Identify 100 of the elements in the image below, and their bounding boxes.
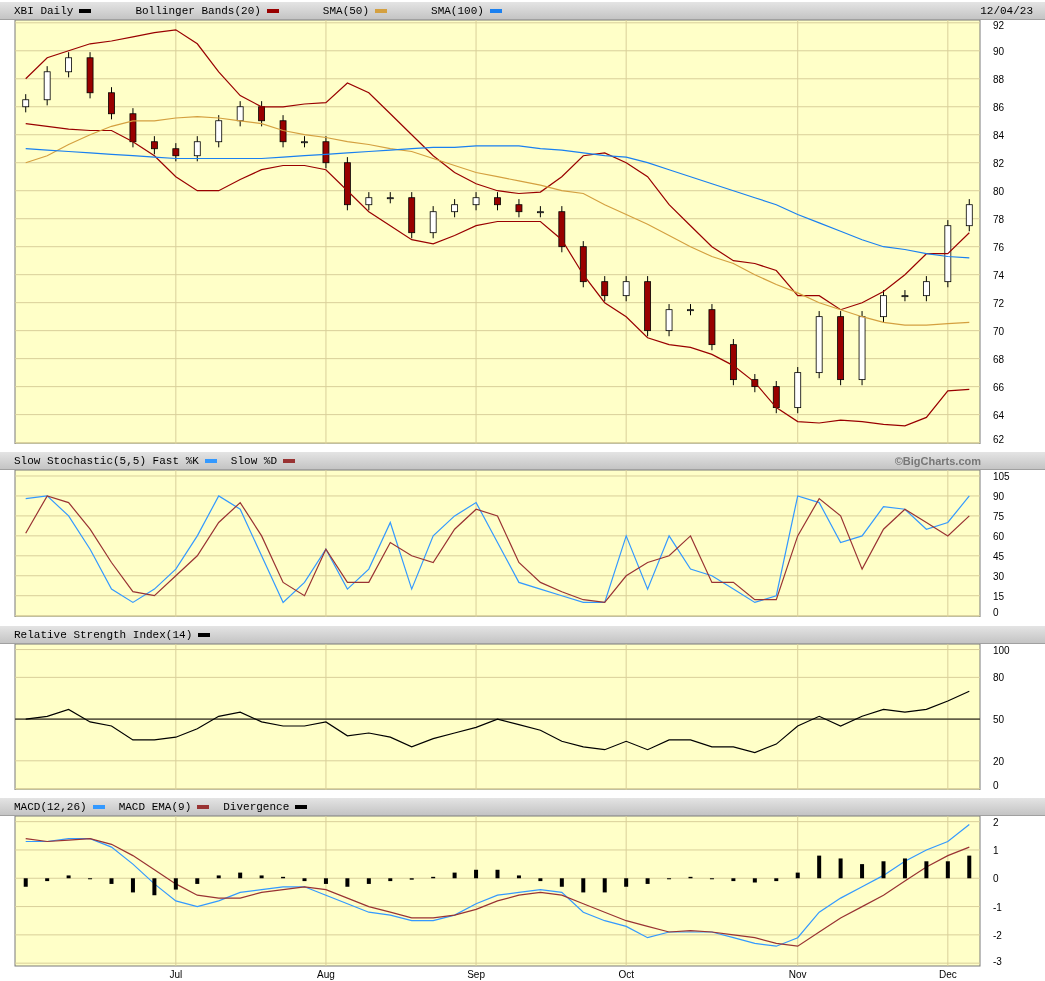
axis-label: 45 [993, 550, 1005, 562]
divergence-bar [881, 861, 886, 879]
divergence-bar [902, 858, 907, 879]
divergence-bar [323, 878, 328, 884]
divergence-bar [838, 858, 843, 879]
divergence-bar [238, 872, 243, 879]
axis-label: 15 [993, 590, 1005, 602]
axis-label: 0 [993, 873, 999, 885]
candlestick [494, 191, 501, 211]
axis-label: 72 [993, 297, 1005, 309]
axis-label: Aug [317, 969, 335, 980]
legend-label: Divergence [223, 800, 290, 813]
axis-label: 90 [993, 490, 1005, 502]
divergence-bar [538, 878, 543, 882]
axis-label: -1 [993, 901, 1002, 913]
candlestick [429, 205, 437, 239]
axis-label: 80 [993, 672, 1005, 684]
divergence-bar [967, 855, 972, 879]
candlestick [129, 107, 137, 148]
axis-label: 70 [993, 325, 1005, 337]
axis-label: 0 [993, 780, 999, 790]
candlestick [665, 303, 673, 337]
candlestick [215, 114, 223, 148]
axis-label: 78 [993, 213, 1005, 225]
axis-label: 62 [993, 434, 1005, 444]
divergence-bar [388, 878, 393, 882]
candlestick [880, 289, 887, 323]
candlestick [772, 380, 780, 414]
candlestick [601, 275, 609, 302]
axis-label: 84 [993, 129, 1005, 141]
candlestick [108, 86, 115, 120]
candlestick [515, 198, 523, 218]
candlestick [687, 303, 694, 316]
candlestick [944, 219, 952, 288]
axis-label: 60 [993, 530, 1005, 542]
candlestick [537, 205, 544, 218]
divergence-bar [731, 878, 736, 882]
legend-label: Slow %D [230, 454, 278, 467]
candlestick [365, 191, 373, 211]
legend-label: SMA(100) [431, 4, 484, 17]
divergence-bar [945, 861, 950, 879]
divergence-bar [752, 878, 757, 883]
axis-label: 92 [993, 20, 1005, 31]
divergence-bar [431, 876, 436, 879]
divergence-bar [795, 872, 800, 879]
candlestick [301, 135, 308, 148]
axis-label: 105 [993, 471, 1010, 482]
divergence-bar [624, 878, 629, 887]
candlestick [451, 198, 458, 218]
candlestick [172, 142, 180, 162]
legend-label: MACD(12,26) [14, 800, 87, 813]
axis-label: 88 [993, 73, 1005, 85]
divergence-bar [345, 878, 350, 887]
divergence-bar [173, 878, 178, 890]
candlestick [86, 51, 94, 99]
candlestick [965, 198, 973, 232]
credit-text: ©BigCharts.com [894, 454, 981, 467]
axis-label: 75 [993, 510, 1005, 522]
axis-label: 66 [993, 381, 1005, 393]
candlestick [923, 275, 930, 302]
candlestick [386, 191, 394, 204]
candlestick [558, 205, 566, 253]
axis-label: Sep [467, 969, 485, 980]
axis-label: Jul [169, 969, 183, 980]
divergence-bar [259, 875, 264, 879]
divergence-bar [924, 861, 929, 879]
divergence-bar [581, 878, 586, 893]
candlestick [472, 191, 480, 211]
divergence-bar [817, 855, 822, 879]
axis-label: Oct [618, 969, 634, 980]
divergence-bar [109, 878, 114, 884]
divergence-bar [645, 878, 650, 884]
divergence-bar [281, 876, 286, 879]
legend-label: Relative Strength Index(14) [14, 628, 193, 641]
candlestick [708, 303, 716, 351]
axis-label: Nov [788, 969, 807, 980]
axis-label: 2 [993, 816, 999, 828]
axis-label: Dec [938, 969, 957, 980]
divergence-bar [474, 869, 479, 879]
divergence-bar [860, 864, 865, 879]
divergence-bar [130, 878, 135, 893]
candlestick [901, 289, 909, 302]
candlestick [279, 114, 287, 148]
divergence-bar [216, 875, 221, 879]
candlestick [622, 275, 630, 302]
axis-label: 0 [993, 607, 999, 617]
divergence-bar [495, 869, 500, 879]
candlestick [43, 65, 51, 106]
axis-label: 90 [993, 45, 1005, 57]
candlestick [193, 135, 201, 162]
legend-label: Slow Stochastic(5,5) Fast %K [14, 454, 199, 467]
axis-label: -2 [993, 929, 1002, 941]
candlestick [794, 366, 802, 414]
divergence-bar [66, 875, 71, 879]
candlestick [751, 373, 759, 393]
candlestick [344, 156, 351, 211]
legend-label: Bollinger Bands(20) [135, 4, 261, 17]
divergence-bar [152, 878, 157, 896]
candlestick [322, 135, 330, 169]
axis-label: 1 [993, 844, 999, 856]
